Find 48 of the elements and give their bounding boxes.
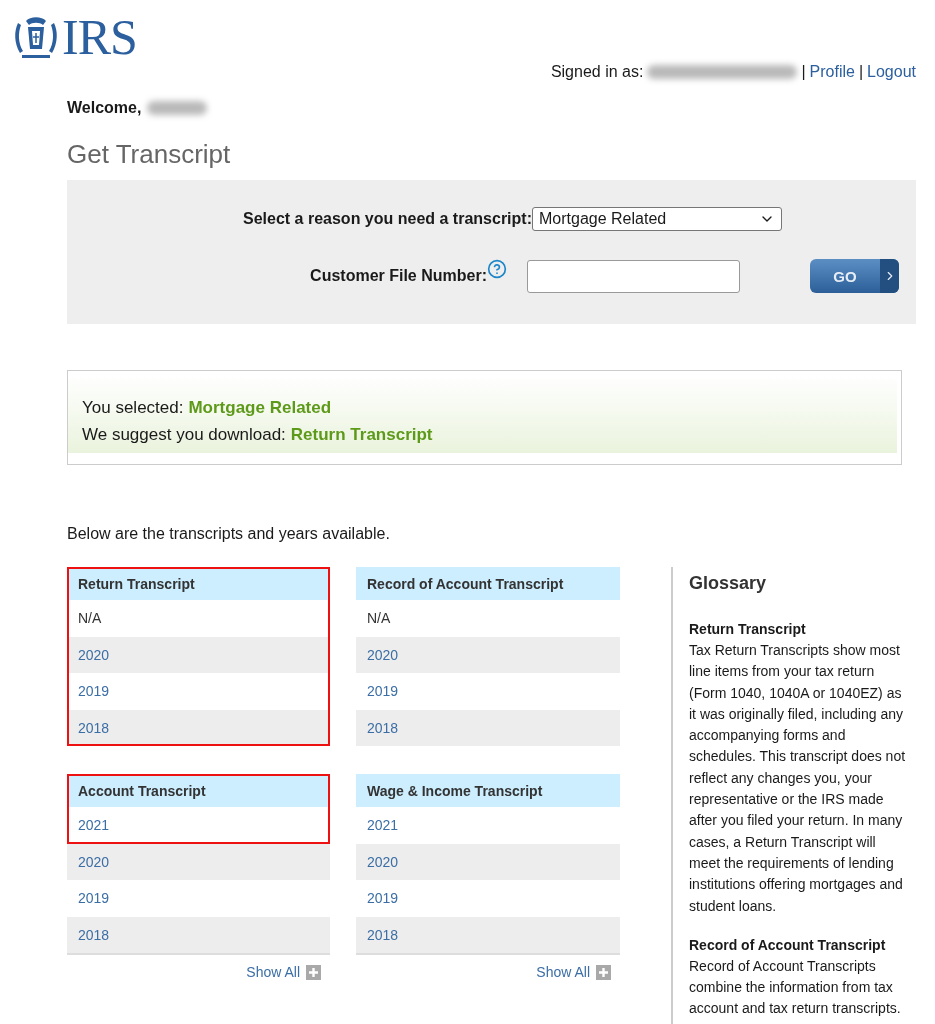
year-link[interactable]: 2021 — [78, 817, 110, 834]
selected-value: Mortgage Related — [188, 397, 332, 419]
plus-icon[interactable] — [596, 964, 611, 980]
selected-label: You selected: — [82, 397, 184, 419]
glossary-definition: Record of Account Transcripts combine the information from tax account and tax return transcripts. — [689, 956, 902, 1019]
year-link[interactable]: 2018 — [367, 926, 399, 943]
panel-header: Wage & Income Transcript — [356, 774, 620, 807]
file-number-field[interactable] — [527, 259, 740, 293]
year-link[interactable]: 2020 — [367, 853, 399, 870]
year-link[interactable]: 2018 — [367, 719, 399, 736]
year-link[interactable]: 2018 — [78, 719, 110, 736]
year-link[interactable]: 2018 — [78, 926, 110, 943]
reason-dropdown[interactable]: Mortgage Related — [532, 207, 782, 231]
reason-label: Select a reason you need a transcript: — [243, 210, 532, 228]
profile-link[interactable]: Profile — [809, 63, 855, 81]
year-link[interactable]: 2021 — [367, 817, 399, 834]
glossary-title: Glossary — [689, 573, 768, 594]
intro-text: Below are the transcripts and years available. — [67, 525, 391, 543]
page-title: Get Transcript — [67, 139, 232, 170]
separator: | — [858, 63, 864, 81]
separator: | — [801, 63, 806, 81]
year-link[interactable]: 2019 — [78, 683, 110, 700]
show-all-link[interactable]: Show All — [246, 964, 300, 980]
go-button[interactable]: GO — [810, 259, 899, 293]
logout-link[interactable]: Logout — [867, 63, 916, 81]
welcome-text: Welcome, — [67, 99, 142, 117]
year-link[interactable]: 2019 — [78, 890, 110, 907]
year-link[interactable]: 2020 — [367, 646, 399, 663]
glossary-term: Record of Account Transcript — [689, 935, 887, 955]
panel-header: Return Transcript — [67, 567, 330, 600]
year-link[interactable]: 2019 — [367, 683, 399, 700]
plus-icon[interactable] — [306, 964, 321, 980]
year-text: N/A — [78, 610, 102, 627]
suggest-label: We suggest you download: — [82, 424, 286, 446]
show-all-link[interactable]: Show All — [536, 964, 590, 980]
suggest-value: Return Transcript — [290, 424, 433, 446]
year-link[interactable]: 2019 — [367, 890, 399, 907]
glossary-term: Return Transcript — [689, 620, 807, 639]
help-icon[interactable] — [487, 259, 507, 279]
year-link[interactable]: 2020 — [78, 646, 110, 663]
signed-in-label: Signed in as: — [550, 63, 644, 81]
file-number-label: Customer File Number: — [310, 267, 487, 285]
logo-text: IRS — [62, 12, 137, 62]
panel-header: Account Transcript — [67, 774, 330, 807]
panel-header: Record of Account Transcript — [356, 567, 620, 600]
glossary-definition: Tax Return Transcripts show most line items from your tax return (Form 1040, 1040A or 1040EZ) as it was originally filed, including any accompanying forms and schedules. This transcript does not reflect any changes you, your representative or the IRS made after you filed your return. In many cases, a Return Transcript will meet the requirements of lending institutions offering mortgages and student loans. — [689, 641, 907, 916]
year-text: N/A — [367, 610, 391, 627]
year-link[interactable]: 2020 — [78, 853, 110, 870]
